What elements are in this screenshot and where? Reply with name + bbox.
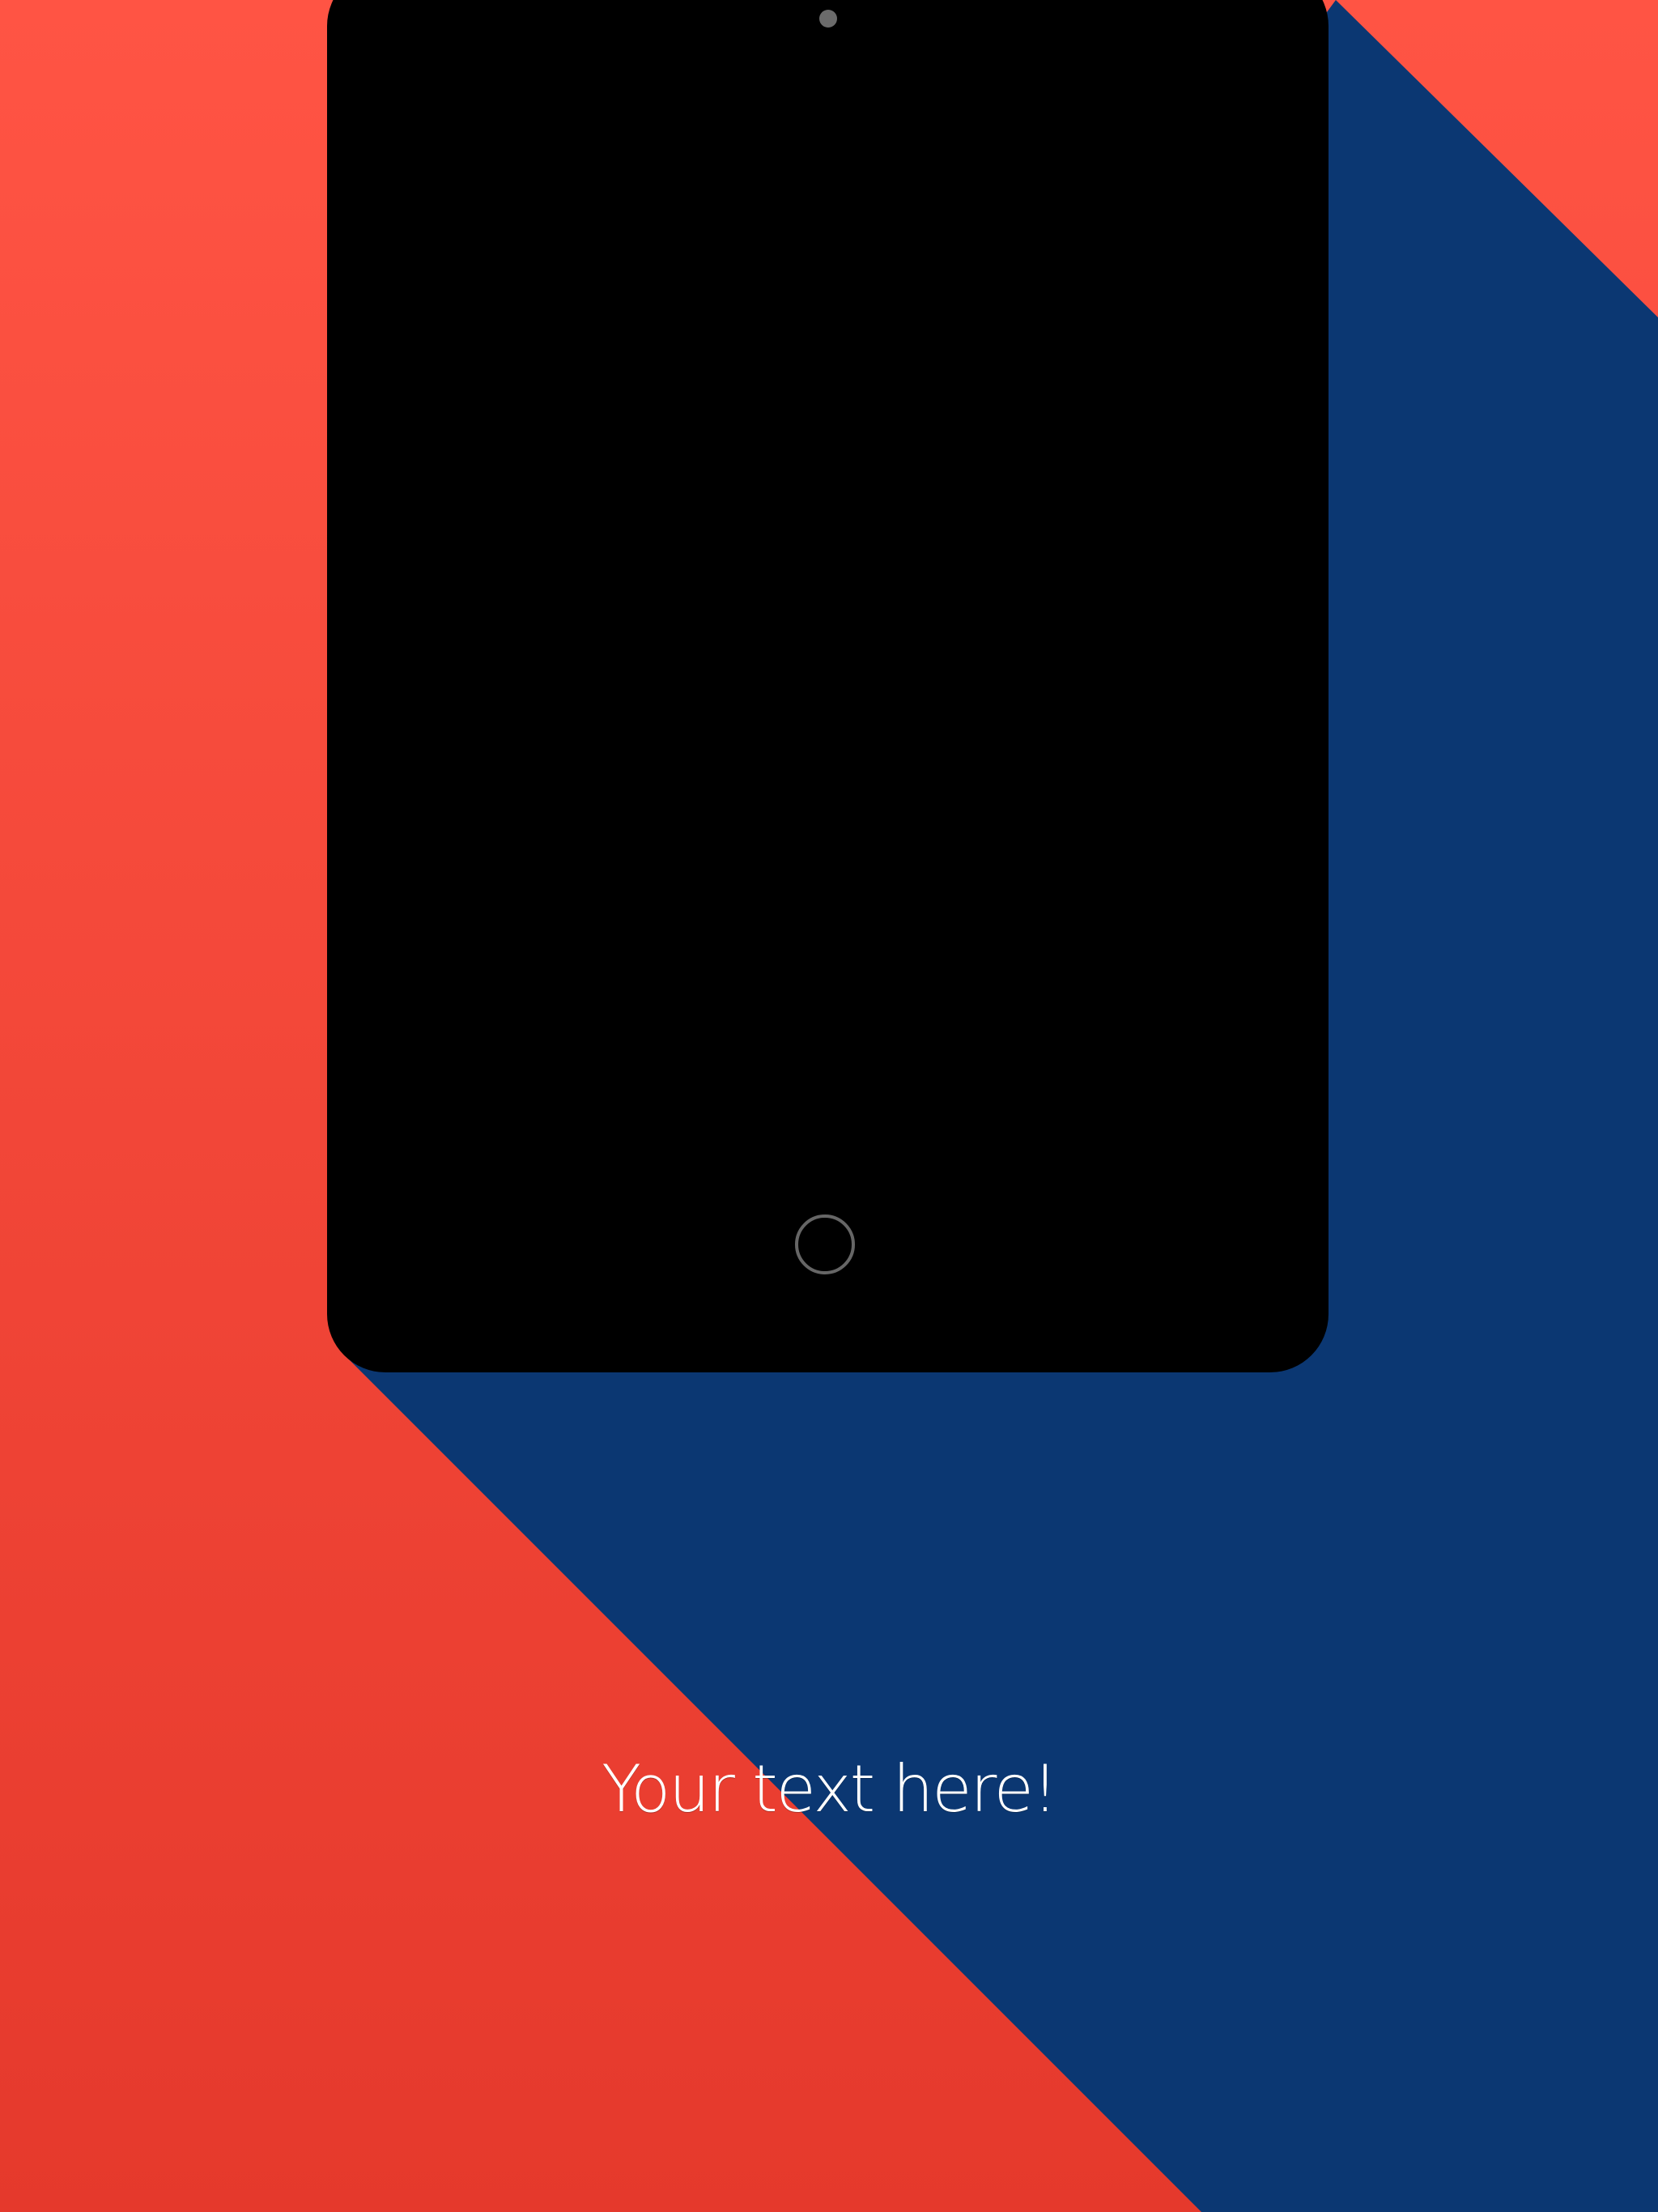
camera-dot bbox=[819, 10, 837, 28]
marketing-canvas: Your text here! bbox=[0, 0, 1658, 2212]
caption-text: Your text here! bbox=[602, 1751, 1058, 1827]
tablet-device bbox=[327, 0, 1329, 1372]
home-button bbox=[795, 1214, 855, 1274]
